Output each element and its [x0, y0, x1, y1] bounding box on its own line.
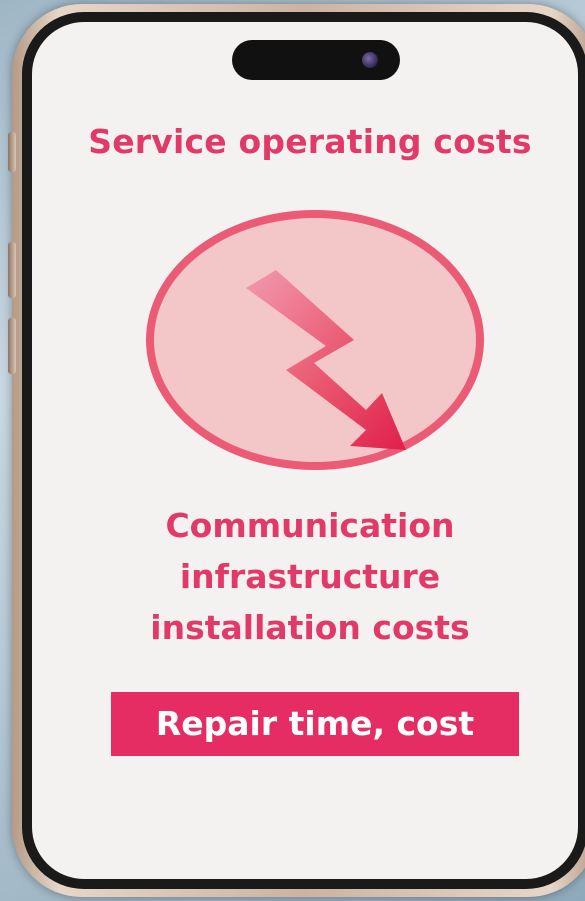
cost-decrease-badge	[146, 210, 484, 470]
description-line: infrastructure	[179, 557, 441, 596]
phone-bezel: Service operating costs Communication in…	[22, 12, 585, 889]
dynamic-island	[232, 40, 400, 80]
description: Communication infrastructure installatio…	[32, 500, 578, 653]
repair-tag: Repair time, cost	[111, 692, 519, 756]
phone-screen: Service operating costs Communication in…	[32, 22, 578, 879]
page-title: Service operating costs	[88, 122, 532, 161]
phone-volume-down-button	[8, 318, 16, 374]
phone-side-button	[8, 132, 16, 172]
down-zigzag-arrow-icon	[246, 270, 406, 450]
phone-frame: Service operating costs Communication in…	[8, 4, 585, 897]
description-line: Communication	[165, 506, 455, 545]
camera-icon	[362, 52, 378, 68]
phone-volume-up-button	[8, 242, 16, 298]
description-line: installation costs	[150, 608, 470, 647]
